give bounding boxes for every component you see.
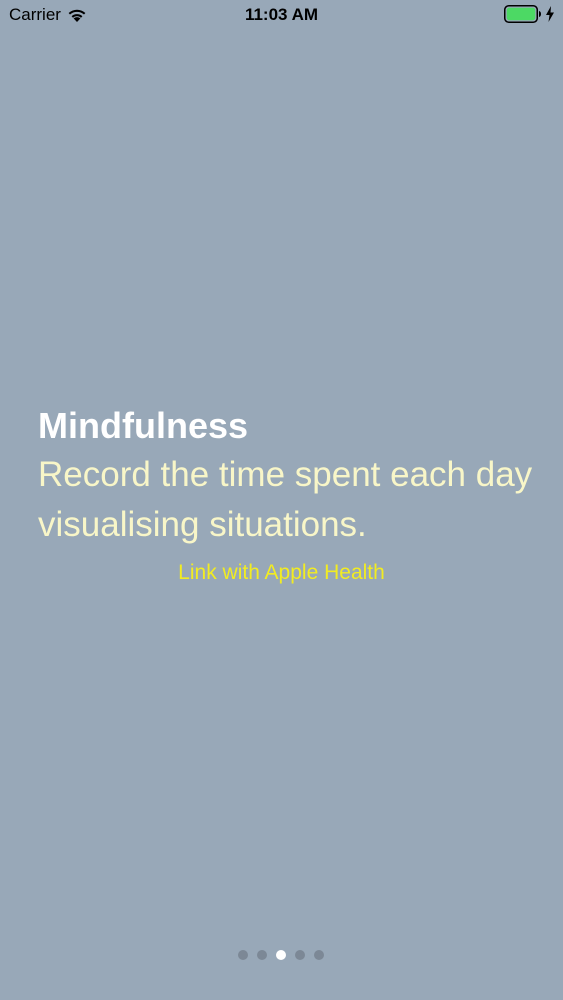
onboarding-screen: Carrier 11:03 AM Mindfulness Record the …: [0, 0, 563, 1000]
status-bar: Carrier 11:03 AM: [0, 0, 563, 30]
page-dot[interactable]: [294, 950, 305, 960]
page-title: Mindfulness: [38, 405, 249, 446]
bolt-icon: [545, 6, 555, 22]
page-description: Record the time spent each day visualisi…: [38, 455, 533, 544]
page-dot[interactable]: [256, 950, 267, 960]
page-control[interactable]: [0, 950, 563, 960]
link-apple-health-button[interactable]: Link with Apple Health: [0, 558, 563, 588]
page-dot[interactable]: [237, 950, 248, 960]
page-dot[interactable]: [313, 950, 324, 960]
status-time: 11:03 AM: [244, 5, 319, 24]
page-dot[interactable]: [275, 950, 286, 960]
onboarding-content: Mindfulness Record the time spent each d…: [38, 402, 533, 550]
battery-icon: [504, 5, 542, 23]
battery-group: [504, 5, 555, 23]
